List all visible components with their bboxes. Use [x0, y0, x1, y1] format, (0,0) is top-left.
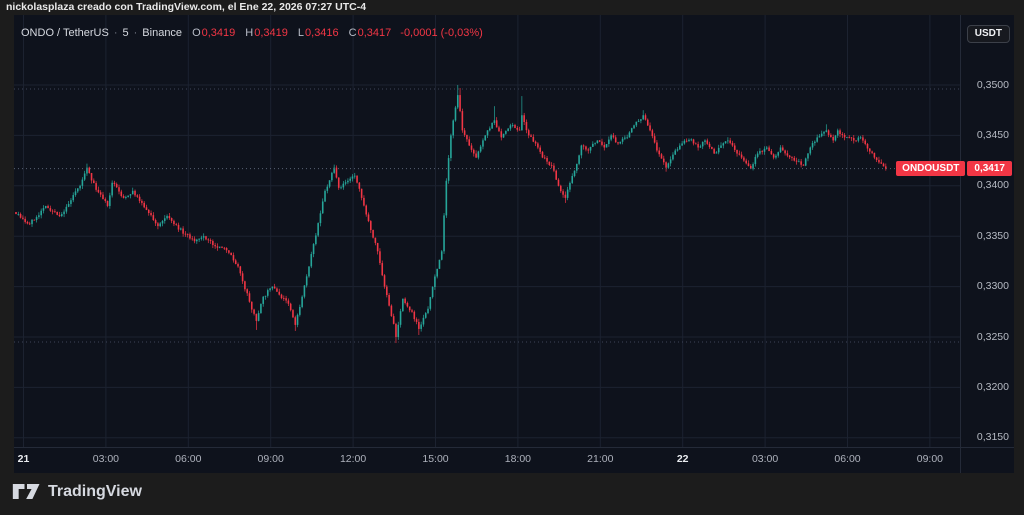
tradingview-logo-text: TradingView: [48, 483, 142, 501]
price-axis-label: 0,3300: [960, 280, 1009, 292]
symbol-title[interactable]: ONDO / TetherUS: [21, 27, 109, 39]
open-value: O0,3419: [192, 27, 235, 39]
low-value: L0,3416: [298, 27, 339, 39]
last-price-symbol: ONDOUSDT: [896, 161, 965, 176]
last-price-label: ONDOUSDT 0,3417: [896, 161, 1012, 176]
time-axis-label: 09:00: [241, 453, 301, 465]
time-axis-label: 06:00: [818, 453, 878, 465]
price-axis-label: 0,3450: [960, 129, 1009, 141]
price-axis-label: 0,3200: [960, 381, 1009, 393]
price-axis-label: 0,3150: [960, 431, 1009, 443]
time-axis-label: 03:00: [76, 453, 136, 465]
candle-wicks: [16, 85, 887, 343]
tradingview-logo[interactable]: TradingView: [12, 482, 142, 501]
time-axis-label: 15:00: [406, 453, 466, 465]
time-axis-label: 18:00: [488, 453, 548, 465]
time-axis-label: 09:00: [900, 453, 960, 465]
time-axis-day-label: 22: [653, 453, 713, 465]
price-axis-label: 0,3350: [960, 230, 1009, 242]
price-axis-label: 0,3500: [960, 79, 1009, 91]
time-axis-label: 12:00: [323, 453, 383, 465]
time-axis-day-label: 21: [14, 453, 54, 465]
exchange-name[interactable]: Binance: [142, 27, 182, 39]
last-price-value: 0,3417: [967, 161, 1012, 176]
price-axis-label: 0,3250: [960, 331, 1009, 343]
symbol-info-bar: ONDO / TetherUS · 5 · Binance O0,3419 H0,3419 L…: [21, 24, 483, 42]
footer: TradingView: [0, 473, 1024, 515]
time-axis-label: 06:00: [158, 453, 218, 465]
time-axis[interactable]: 21 03:00 06:00 09:00 12:00 15:00 18:00 21:00 22 0…: [14, 447, 1014, 473]
price-axis[interactable]: 0,3500 0,3450 0,3400 0,3350 0,3300 0,3250 0,32…: [960, 15, 1014, 447]
attribution-text: nickolasplaza creado con TradingView.com…: [6, 1, 366, 13]
price-axis-label: 0,3400: [960, 179, 1009, 191]
high-value: H0,3419: [245, 27, 288, 39]
separator-dot: ·: [134, 27, 138, 39]
candle-bodies: [15, 95, 886, 337]
interval-value[interactable]: 5: [123, 27, 129, 39]
time-axis-label: 03:00: [735, 453, 795, 465]
candlestick-chart[interactable]: [14, 15, 1014, 473]
price-change: -0,0001 (-0,03%): [400, 27, 483, 39]
tradingview-logo-icon: [12, 482, 42, 501]
time-axis-label: 21:00: [570, 453, 630, 465]
chart-widget: ONDO / TetherUS · 5 · Binance O0,3419 H0,3419 L…: [14, 15, 1014, 473]
separator-dot: ·: [114, 27, 118, 39]
attribution-bar: nickolasplaza creado con TradingView.com…: [0, 0, 1024, 15]
close-value: C0,3417: [349, 27, 392, 39]
currency-toggle-button[interactable]: USDT: [967, 25, 1010, 43]
